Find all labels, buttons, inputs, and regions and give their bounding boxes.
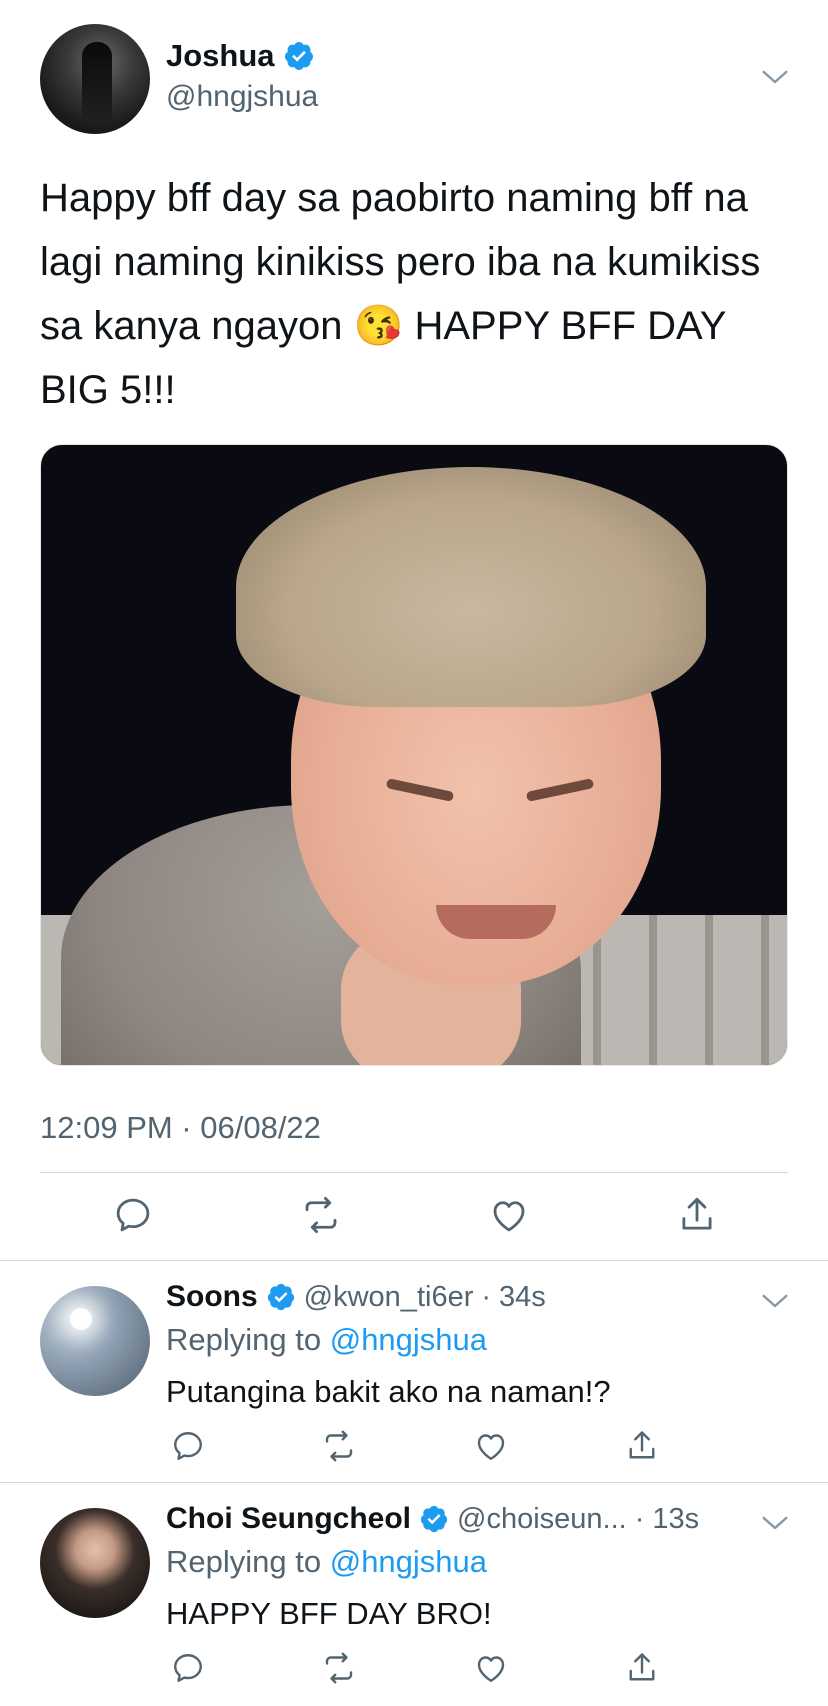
chevron-down-icon[interactable]	[760, 1286, 790, 1316]
chevron-down-icon[interactable]	[760, 1508, 790, 1538]
verified-badge-icon	[266, 1282, 296, 1312]
verified-badge-icon	[419, 1504, 449, 1534]
reply-text: Putangina bakit ako na naman!?	[166, 1374, 611, 1409]
divider	[0, 1482, 828, 1483]
share-icon[interactable]	[624, 1650, 660, 1686]
heart-icon[interactable]	[473, 1650, 509, 1686]
reply-text: HAPPY BFF DAY BRO!	[166, 1596, 492, 1631]
avatar-flash	[70, 1308, 92, 1330]
reply-icon[interactable]	[170, 1428, 206, 1464]
reply-author-name[interactable]: Choi Seungcheol	[166, 1502, 411, 1536]
replying-to: Replying to @hngjshua	[166, 1544, 487, 1580]
reply-time[interactable]: 13s	[652, 1503, 699, 1536]
tweet-actions	[112, 1194, 718, 1236]
heart-icon[interactable]	[473, 1428, 509, 1464]
author-name-row[interactable]: Joshua	[166, 38, 315, 74]
subject-hair	[236, 467, 706, 707]
share-icon[interactable]	[624, 1428, 660, 1464]
reply-author-handle[interactable]: @choiseun...	[457, 1503, 627, 1536]
retweet-icon[interactable]	[300, 1194, 342, 1236]
replying-mention[interactable]: @hngjshua	[330, 1544, 487, 1579]
reply-author-handle[interactable]: @kwon_ti6er	[304, 1281, 474, 1314]
tweet-text: Happy bff day sa paobirto naming bff na …	[40, 176, 761, 412]
author-avatar[interactable]	[40, 24, 150, 134]
chevron-down-icon[interactable]	[760, 62, 790, 92]
retweet-icon[interactable]	[321, 1650, 357, 1686]
reply-actions	[170, 1428, 660, 1464]
replying-to: Replying to @hngjshua	[166, 1322, 487, 1358]
replying-mention[interactable]: @hngjshua	[330, 1322, 487, 1357]
avatar-figure	[82, 42, 112, 122]
divider	[0, 1260, 828, 1261]
retweet-icon[interactable]	[321, 1428, 357, 1464]
verified-badge-icon	[283, 40, 315, 72]
reply-author-name[interactable]: Soons	[166, 1280, 258, 1314]
meta-dot: ·	[634, 1502, 645, 1535]
reply-avatar[interactable]	[40, 1508, 150, 1618]
reply-header: Choi Seungcheol @choiseun... · 13s	[166, 1502, 699, 1536]
divider	[40, 1172, 788, 1173]
meta-dot: ·	[481, 1280, 492, 1313]
author-handle[interactable]: @hngjshua	[166, 80, 318, 114]
reply-icon[interactable]	[170, 1650, 206, 1686]
author-name[interactable]: Joshua	[166, 38, 275, 74]
share-icon[interactable]	[676, 1194, 718, 1236]
reply-avatar[interactable]	[40, 1286, 150, 1396]
replying-prefix: Replying to	[166, 1544, 322, 1579]
reply-actions	[170, 1650, 660, 1686]
reply-header: Soons @kwon_ti6er · 34s	[166, 1280, 546, 1314]
replying-prefix: Replying to	[166, 1322, 322, 1357]
reply-time[interactable]: 34s	[499, 1281, 546, 1314]
tweet-timestamp[interactable]: 12:09 PM · 06/08/22	[40, 1110, 321, 1146]
tweet-media-image[interactable]	[40, 444, 788, 1066]
subject-mouth	[436, 905, 556, 939]
reply-icon[interactable]	[112, 1194, 154, 1236]
heart-icon[interactable]	[488, 1194, 530, 1236]
